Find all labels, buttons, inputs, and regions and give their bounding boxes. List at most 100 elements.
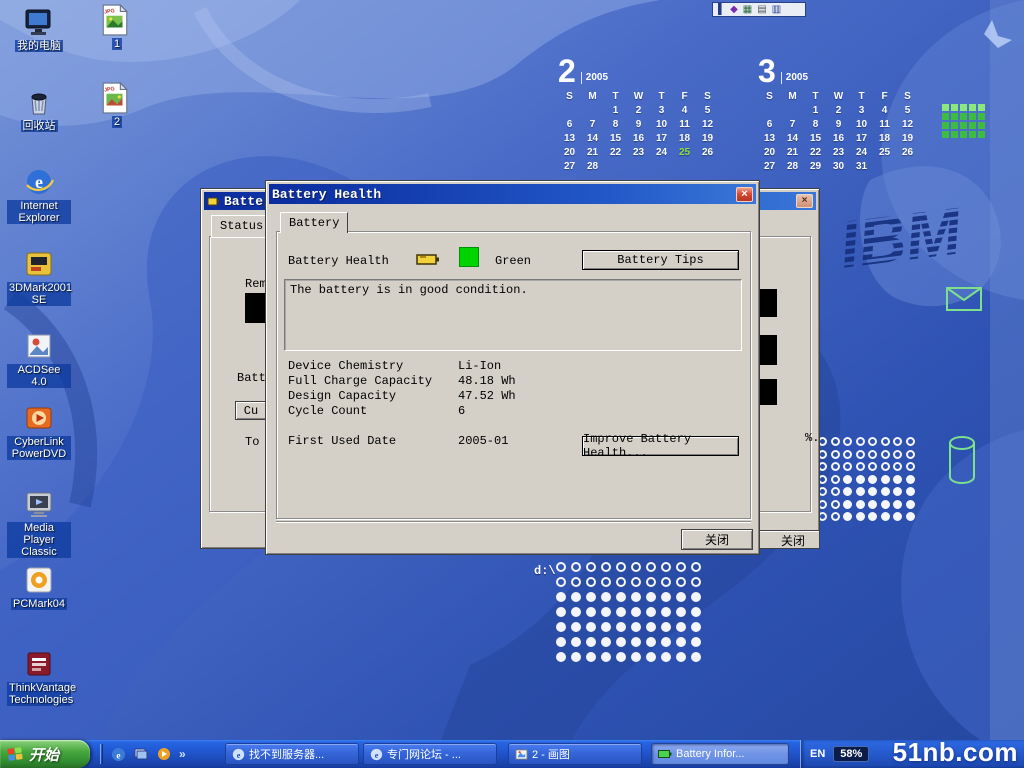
desktop-icon-my-computer[interactable]: 我的电脑 [6,6,72,52]
calendar-day-header: M [581,90,604,104]
quick-launch-media-icon[interactable] [156,746,172,762]
calendar-date [650,160,673,174]
battery-health-dialog[interactable]: Battery Health × Battery Battery Health … [265,180,760,555]
dot [556,637,566,647]
calendar-date: 17 [650,132,673,146]
taskbar-task-paint[interactable]: 2 - 画图 [508,743,642,765]
media-player-classic-icon [23,488,55,520]
desktop-icon-3dmark2001[interactable]: 3DMark2001 SE [6,248,72,306]
dot [906,462,915,471]
desktop-icon-internet-explorer[interactable]: e Internet Explorer [6,166,72,224]
dot [646,577,656,587]
dot [631,577,641,587]
toolbar-grip[interactable] [100,744,103,764]
quick-launch-overflow-chevron[interactable]: » [179,747,186,761]
grid-glyph: ▦ [743,5,752,15]
dot [893,462,902,471]
dot [646,637,656,647]
dot [601,607,611,617]
close-button[interactable]: × [736,187,753,202]
desktop-file-jpg-1[interactable]: JPG 1 [90,4,144,50]
dot [571,652,581,662]
improve-battery-health-button[interactable]: Improve Battery Health... [582,436,739,456]
taskbar-task-battery-information[interactable]: Battery Infor... [651,743,789,765]
dot [601,577,611,587]
dot [691,562,701,572]
calendar-grid: 1234567891011121314151617181920212223242… [758,104,919,174]
acdsee-icon [23,330,55,362]
dot [843,512,852,521]
calendar-day-header: W [627,90,650,104]
calendar-date: 13 [758,132,781,146]
dot [556,652,566,662]
dot [843,450,852,459]
calendar-date: 5 [696,104,719,118]
close-dialog-button[interactable]: 关闭 [681,529,753,550]
taskbar-task-ie-server[interactable]: e 找不到服务器... [225,743,359,765]
battery-field-row: First Used Date2005-01 [288,434,516,449]
language-indicator[interactable]: EN [810,748,825,760]
quick-launch-desktop-icon[interactable] [133,746,149,762]
file-label: 1 [112,38,122,50]
desktop-file-jpg-2[interactable]: JPG 2 [90,82,144,128]
dot [906,500,915,509]
dot [691,592,701,602]
current-button-fragment[interactable]: Cu [235,401,267,420]
health-status-square [459,247,479,267]
condition-textbox[interactable]: The battery is in good condition. [284,279,742,351]
field-value: Li-Ion [458,359,501,374]
dot [856,487,865,496]
dot [601,652,611,662]
calendar-date: 2 [627,104,650,118]
desktop-icon-recycle-bin[interactable]: 回收站 [6,86,72,132]
desktop-icon-pcmark04[interactable]: PCMark04 [6,564,72,610]
jpg-file-icon: JPG [101,4,133,36]
desktop-icon-acdsee[interactable]: ACDSee 4.0 [6,330,72,388]
dot [868,512,877,521]
dot [586,622,596,632]
desktop-icon-thinkvantage[interactable]: ThinkVantage Technologies [6,648,72,706]
dot [601,622,611,632]
desktop-icon-media-player-classic[interactable]: Media Player Classic [6,488,72,558]
dot [571,592,581,602]
calendar-day-header: S [558,90,581,104]
battery-health-label: Battery Health [288,254,389,268]
tray-battery-indicator[interactable]: 58% [833,746,869,762]
calendar-date: 5 [896,104,919,118]
dot [631,637,641,647]
calendar-date: 29 [804,160,827,174]
dot [601,592,611,602]
dot [831,512,840,521]
quick-launch-ie-icon[interactable]: e [110,746,126,762]
close-window-button[interactable]: 关闭 [757,530,820,549]
dot [571,562,581,572]
calendar-day-header: F [673,90,696,104]
close-button[interactable]: × [796,194,813,208]
dot [856,500,865,509]
dot [616,652,626,662]
taskbar-task-ie-forum[interactable]: e 专门网论坛 - ... [363,743,497,765]
calendar-date: 27 [758,160,781,174]
calendar-date: 7 [781,118,804,132]
calendar-date: 20 [758,146,781,160]
calendar-date: 11 [873,118,896,132]
calendar-date [696,160,719,174]
dot [906,475,915,484]
battery-tips-button[interactable]: Battery Tips [582,250,739,270]
battery-label-fragment: Batt [237,371,266,385]
dot [906,487,915,496]
start-button[interactable]: 开始 [0,740,90,768]
dot [661,562,671,572]
close-icon: × [741,189,747,200]
battery-field-row: Cycle Count6 [288,404,516,419]
dot [616,622,626,632]
dot [631,607,641,617]
battery-health-titlebar[interactable]: Battery Health × [269,184,756,204]
desktop-icon-powerdvd[interactable]: CyberLink PowerDVD [6,402,72,460]
dot [868,475,877,484]
calendar-date: 18 [673,132,696,146]
tab-status[interactable]: Status [211,215,272,237]
dot [906,437,915,446]
dot [881,450,890,459]
tab-battery[interactable]: Battery [280,212,348,233]
